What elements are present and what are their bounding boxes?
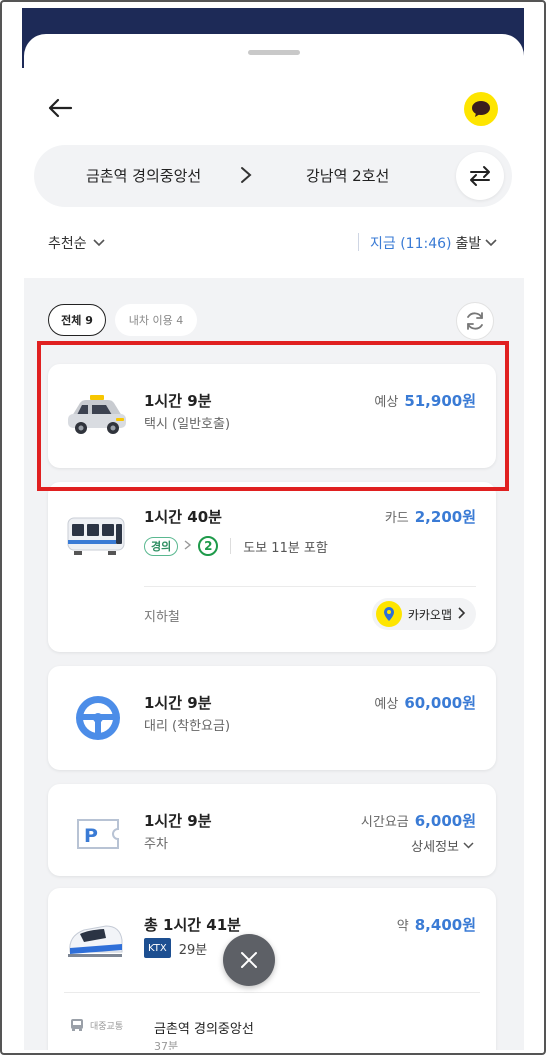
subway-icon <box>66 516 126 560</box>
close-button[interactable] <box>223 934 275 986</box>
driver-duration: 1시간 9분 <box>144 694 212 712</box>
filter-chip-all[interactable]: 전체 9 <box>48 304 106 336</box>
card-divider <box>144 586 476 587</box>
card-divider <box>64 992 480 993</box>
close-icon <box>241 952 257 968</box>
parking-price: 시간요금 6,000원 <box>361 810 476 831</box>
sheet-handle[interactable] <box>248 50 300 55</box>
svg-text:P: P <box>84 825 98 847</box>
kakaotalk-share-button[interactable] <box>464 92 498 126</box>
parking-duration: 1시간 9분 <box>144 812 212 830</box>
line-badge-gyeongui: 경의 <box>144 536 179 556</box>
subway-price-value: 2,200원 <box>414 508 476 526</box>
subway-lines: 경의 2 도보 11분 포함 <box>144 536 328 556</box>
transit-step-label: 대중교통 <box>70 1018 123 1032</box>
transit-label: 대중교통 <box>90 1021 124 1032</box>
chevron-right-icon <box>240 166 252 188</box>
chevron-right-icon <box>184 539 192 554</box>
kakaomap-label: 카카오맵 <box>407 607 452 622</box>
parking-ticket-icon: P <box>76 816 120 856</box>
ktx-segment: KTX 29분 <box>144 938 207 958</box>
parking-price-value: 6,000원 <box>414 812 476 830</box>
transit-step-time: 37분 <box>154 1040 179 1050</box>
separator <box>230 538 232 554</box>
taxi-price: 예상 51,900원 <box>374 390 476 411</box>
ktx-time: 29분 <box>178 942 208 958</box>
filter-divider <box>358 233 359 251</box>
route-sheet: 금촌역 경의중앙선 강남역 2호선 추천순 지금 (11:46) 출발 전체 9… <box>24 34 524 1050</box>
route-card-taxi[interactable]: 1시간 9분 택시 (일반호출) 예상 51,900원 <box>48 364 496 468</box>
transit-step-title: 금촌역 경의중앙선 <box>154 1022 254 1037</box>
taxi-subtitle: 택시 (일반호출) <box>144 417 231 432</box>
walk-info: 도보 11분 포함 <box>243 540 328 556</box>
swap-arrows-icon <box>470 166 490 186</box>
back-button[interactable] <box>44 94 76 122</box>
chat-bubble-icon <box>472 101 490 117</box>
parking-price-label: 시간요금 <box>360 815 409 830</box>
driver-price: 예상 60,000원 <box>374 692 476 713</box>
departure-label: 출발 <box>455 236 482 252</box>
refresh-icon <box>467 312 483 330</box>
filter-chip-car[interactable]: 내차 이용 4 <box>115 304 197 336</box>
subway-price-label: 카드 <box>384 511 409 526</box>
route-card-driver[interactable]: 1시간 9분 대리 (착한요금) 예상 60,000원 <box>48 666 496 770</box>
bus-icon <box>71 1019 83 1031</box>
ktx-price: 약 8,400원 <box>397 914 476 935</box>
subway-mode: 지하철 <box>144 610 180 625</box>
parking-detail-label: 상세정보 <box>411 840 459 855</box>
route-destination[interactable]: 강남역 2호선 <box>306 165 389 186</box>
route-card-parking[interactable]: P 1시간 9분 주차 시간요금 6,000원 상세정보 <box>48 784 496 876</box>
parking-detail-toggle[interactable]: 상세정보 <box>411 836 474 855</box>
ktx-badge: KTX <box>144 938 171 958</box>
kakaomap-button[interactable]: 카카오맵 <box>371 598 476 630</box>
line-badge-2: 2 <box>198 536 219 556</box>
back-arrow-icon <box>48 98 73 118</box>
chevron-down-icon <box>93 235 105 251</box>
sort-label: 추천순 <box>48 236 87 252</box>
kakaomap-pin-icon <box>375 601 402 627</box>
driver-subtitle: 대리 (착한요금) <box>144 719 231 734</box>
ktx-price-value: 8,400원 <box>414 916 476 934</box>
subway-price: 카드 2,200원 <box>385 506 476 527</box>
ktx-duration: 총 1시간 41분 <box>144 916 241 934</box>
taxi-duration: 1시간 9분 <box>144 392 212 410</box>
route-origin[interactable]: 금촌역 경의중앙선 <box>86 165 201 186</box>
taxi-icon <box>66 394 128 440</box>
subway-duration: 1시간 40분 <box>144 508 222 526</box>
refresh-button[interactable] <box>456 302 494 340</box>
taxi-price-value: 51,900원 <box>404 392 476 410</box>
chevron-down-icon <box>485 235 497 251</box>
chevron-right-icon <box>458 606 466 622</box>
swap-route-button[interactable] <box>456 152 504 200</box>
route-card-subway[interactable]: 1시간 40분 경의 2 도보 11분 포함 지하철 카카오맵 카드 2,200… <box>48 482 496 652</box>
route-bar: 금촌역 경의중앙선 강남역 2호선 <box>34 145 512 207</box>
parking-subtitle: 주차 <box>144 837 168 852</box>
departure-time: 지금 (11:46) <box>370 236 452 252</box>
steering-wheel-icon <box>74 694 122 746</box>
chevron-down-icon <box>463 838 474 853</box>
driver-price-label: 예상 <box>374 697 399 712</box>
sort-dropdown[interactable]: 추천순 <box>48 233 105 253</box>
taxi-price-label: 예상 <box>374 395 399 410</box>
ktx-train-icon <box>66 922 124 964</box>
departure-time-dropdown[interactable]: 지금 (11:46) 출발 <box>370 233 497 253</box>
driver-price-value: 60,000원 <box>404 694 476 712</box>
ktx-price-label: 약 <box>396 919 409 934</box>
